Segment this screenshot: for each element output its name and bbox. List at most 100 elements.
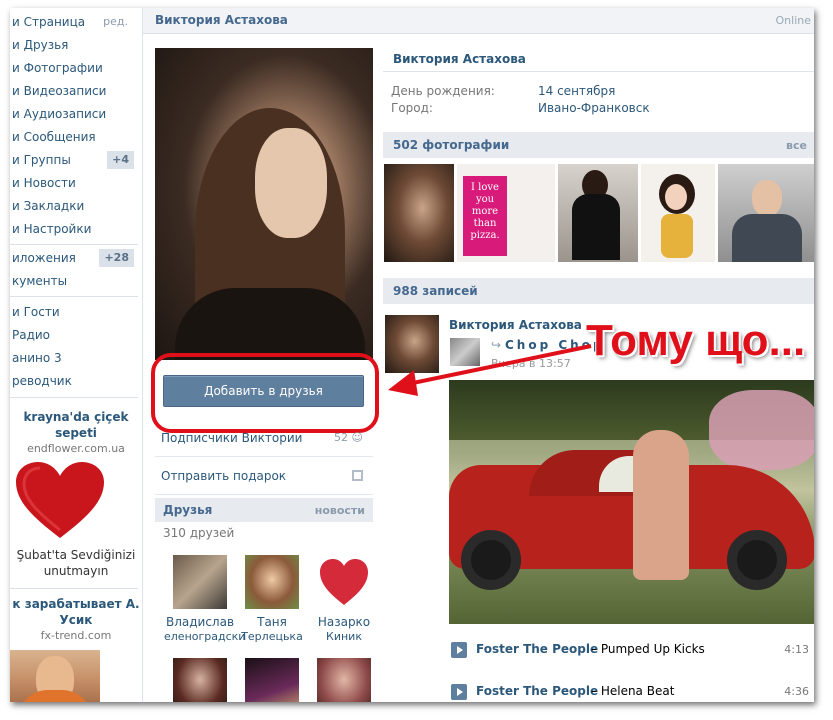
photo-thumb[interactable]: [558, 164, 638, 262]
apps-badge: +28: [99, 249, 134, 267]
friends-header[interactable]: Друзья новости: [155, 498, 373, 522]
friend-first-name[interactable]: Таня: [236, 615, 308, 630]
photos-header[interactable]: 502 фотографии все: [383, 132, 814, 158]
nav-item-audio[interactable]: и Аудиозаписи: [10, 103, 136, 125]
friend-first-name[interactable]: Назарко: [308, 615, 380, 630]
page-title: Виктория Астахова: [155, 13, 288, 27]
profile-photo[interactable]: [155, 48, 373, 360]
browser-frame: и Страница ред. и Друзья и Фотографии и В…: [10, 8, 814, 702]
friends-title[interactable]: Друзья: [163, 503, 212, 517]
friend-avatar[interactable]: [245, 555, 299, 609]
friend-card[interactable]: Владислав еленоградски: [164, 555, 245, 644]
friend-last-name[interactable]: еленоградски: [164, 630, 245, 644]
nav-item-groups[interactable]: и Группы +4: [10, 149, 136, 171]
nav-item-messages[interactable]: и Сообщения: [10, 126, 136, 148]
friend-first-name[interactable]: Владислав: [164, 615, 236, 630]
friend-card[interactable]: Назарко Киник: [308, 555, 380, 644]
friend-avatar[interactable]: [173, 555, 227, 609]
friend-avatar[interactable]: [173, 658, 227, 702]
photo-man-suit: [732, 214, 802, 262]
nav-item-photos[interactable]: и Фотографии: [10, 57, 136, 79]
nav-item-label: и Настройки: [12, 222, 92, 236]
play-icon[interactable]: [451, 642, 467, 658]
friends-count[interactable]: 310 друзей: [163, 526, 234, 540]
nav-item-friends[interactable]: и Друзья: [10, 34, 136, 56]
track-title: – Pumped Up Kicks: [591, 642, 705, 656]
friend-avatar[interactable]: [317, 658, 371, 702]
edit-link[interactable]: ред.: [103, 11, 128, 33]
nav-item-apps[interactable]: иложения +28: [10, 247, 136, 269]
nav-item-documents[interactable]: кументы: [10, 270, 136, 292]
nav-item-label: и Друзья: [12, 38, 69, 52]
photo-thumb[interactable]: [718, 164, 814, 262]
nav-item-news[interactable]: и Новости: [10, 172, 136, 194]
ad-title[interactable]: к зарабатывает А. Усик: [10, 596, 142, 628]
audio-track[interactable]: Foster The People – Helena Beat 4:36: [451, 682, 814, 702]
send-gift-link[interactable]: Отправить подарок: [155, 457, 373, 495]
heart-image[interactable]: [14, 460, 106, 540]
page-header: Виктория Астахова Online: [143, 8, 814, 34]
nav-item-label: и Группы: [12, 153, 71, 167]
friend-card[interactable]: [308, 658, 380, 702]
wall-title[interactable]: 988 записей: [393, 284, 478, 298]
post-image[interactable]: [449, 380, 814, 624]
city-label: Город:: [391, 101, 433, 115]
subscribers-count-value: 52: [334, 431, 349, 444]
subscribers-link[interactable]: Подписчики Виктории 52 ☺: [155, 419, 373, 457]
track-artist[interactable]: Foster The People: [476, 642, 598, 656]
ad-flowers[interactable]: krayna'da çiçek sepeti endflower.com.ua: [10, 409, 142, 457]
send-gift-label: Отправить подарок: [161, 469, 287, 483]
photo-cartoon-body: [661, 214, 693, 258]
birthday-value[interactable]: 14 сентября: [538, 84, 615, 98]
friend-last-name[interactable]: Терлецька: [236, 630, 308, 644]
friend-card[interactable]: Таня Терлецька: [236, 555, 308, 644]
friend-card[interactable]: [236, 658, 308, 702]
nav-item-label: и Видеозаписи: [12, 84, 107, 98]
nav-item-guests[interactable]: и Гости: [10, 301, 136, 323]
arrow-annotation: [388, 344, 592, 396]
friend-avatar[interactable]: [317, 555, 371, 609]
photo-thumb[interactable]: [384, 164, 454, 262]
nav-item-label: и Новости: [12, 176, 76, 190]
ad-flowers-text[interactable]: Şubat'ta Sevdiğinizi unutmayın: [10, 547, 142, 579]
ad-earnings[interactable]: к зарабатывает А. Усик fx-trend.com: [10, 596, 142, 644]
friend-avatar[interactable]: [245, 658, 299, 702]
nav-item-label: и Аудиозаписи: [12, 107, 107, 121]
ad-text: Şubat'ta Sevdiğinizi unutmayın: [16, 548, 136, 578]
wall-header[interactable]: 988 записей: [383, 278, 814, 304]
nav-item-label: кументы: [12, 274, 68, 288]
nav-item-bookmarks[interactable]: и Закладки: [10, 195, 136, 217]
nav-item-settings[interactable]: и Настройки: [10, 218, 136, 240]
track-title-text: Pumped Up Kicks: [600, 642, 705, 656]
nav-item-label: иложения: [12, 251, 76, 265]
gift-icon: [352, 470, 363, 481]
ad-title[interactable]: krayna'da çiçek sepeti: [10, 409, 142, 441]
nav-item-game[interactable]: анино 3: [10, 347, 136, 369]
add-friend-button[interactable]: Добавить в друзья: [163, 375, 364, 407]
nav-item-label: реводчик: [12, 374, 72, 388]
ad-portrait-image[interactable]: [10, 650, 100, 702]
audio-track[interactable]: Foster The People – Pumped Up Kicks 4:13: [451, 640, 814, 660]
photo-coat: [175, 288, 365, 360]
nav-divider: [10, 244, 138, 245]
photos-all-link[interactable]: все: [786, 139, 807, 152]
subscribers-label: Подписчики Виктории: [161, 431, 303, 445]
photo-thumb[interactable]: [641, 164, 715, 262]
photo-thumb[interactable]: I love you more than pizza.: [457, 164, 555, 262]
nav-item-label: Радио: [12, 328, 51, 342]
nav-item-translator[interactable]: реводчик: [10, 370, 136, 392]
friend-card[interactable]: [164, 658, 236, 702]
post-author-name[interactable]: Виктория Астахова: [449, 318, 582, 332]
friends-news-link[interactable]: новости: [315, 504, 365, 517]
image-wheel-front: [461, 530, 521, 590]
photos-title[interactable]: 502 фотографии: [393, 138, 509, 152]
nav-item-page[interactable]: и Страница ред.: [10, 11, 136, 33]
track-artist[interactable]: Foster The People: [476, 684, 598, 698]
friend-last-name[interactable]: Киник: [308, 630, 380, 644]
city-value[interactable]: Ивано-Франковск: [538, 101, 650, 115]
nav-item-videos[interactable]: и Видеозаписи: [10, 80, 136, 102]
nav-item-radio[interactable]: Радио: [10, 324, 136, 346]
play-icon[interactable]: [451, 684, 467, 700]
nav-item-label: и Страница: [12, 15, 86, 29]
birthday-label: День рождения:: [391, 84, 495, 98]
